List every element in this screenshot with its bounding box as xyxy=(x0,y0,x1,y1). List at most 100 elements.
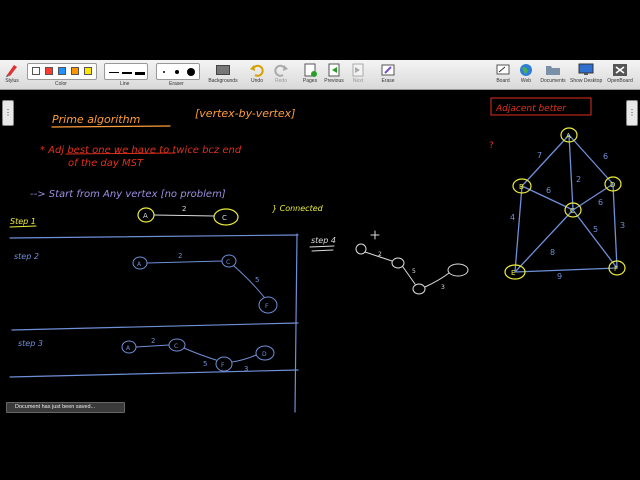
step3-weight-FD: 3 xyxy=(244,365,248,373)
line-thick[interactable] xyxy=(135,72,145,75)
color-palette xyxy=(27,63,97,80)
line-width-palette xyxy=(104,63,148,80)
color-swatch-orange[interactable] xyxy=(71,67,79,75)
undo-icon xyxy=(250,64,264,77)
step2-node-A-label: A xyxy=(137,261,142,268)
stylus-label: Stylus xyxy=(5,78,19,84)
undo-label: Undo xyxy=(251,78,263,84)
backgrounds-icon xyxy=(216,65,230,75)
toolbar: Stylus Color Line Eraser Backgrounds Und… xyxy=(0,60,640,90)
right-panel-handle[interactable]: ⋮ xyxy=(626,100,638,126)
eraser-small[interactable] xyxy=(163,71,165,73)
line-medium[interactable] xyxy=(122,72,132,74)
step3-label: step 3 xyxy=(18,339,43,348)
globe-icon xyxy=(520,64,532,76)
erase-button[interactable]: Erase xyxy=(378,62,398,88)
folder-icon xyxy=(546,66,560,75)
board-button[interactable]: Board xyxy=(493,62,513,88)
redo-button[interactable]: Redo xyxy=(272,62,290,88)
previous-page-button[interactable]: Previous xyxy=(323,62,345,88)
weight-AD: 6 xyxy=(603,152,608,161)
step1-edge-weight: 2 xyxy=(182,205,186,213)
separator-1 xyxy=(9,234,299,239)
next-label: Next xyxy=(352,78,364,84)
line-thin[interactable] xyxy=(109,72,119,73)
title-underline xyxy=(51,125,171,128)
pages-button[interactable]: Pages xyxy=(300,62,320,88)
step2-edges xyxy=(146,260,265,298)
step4-node-A xyxy=(355,243,367,255)
note-line-2: of the day MST xyxy=(68,158,144,169)
step1-underline xyxy=(9,225,37,228)
separator-3 xyxy=(9,369,299,378)
documents-button[interactable]: Documents xyxy=(539,62,567,88)
documents-label: Documents xyxy=(540,78,566,84)
step4-weight-FD: 3 xyxy=(441,284,445,291)
step2-weight-CF: 5 xyxy=(255,276,259,284)
whiteboard-canvas[interactable]: Prime algorithm [vertex-by-vertex] * Adj… xyxy=(0,91,640,420)
desktop-icon xyxy=(578,63,594,75)
board-label: Board xyxy=(496,78,510,84)
color-swatch-yellow[interactable] xyxy=(84,67,92,75)
redo-label: Redo xyxy=(275,78,287,84)
step1-node-C-label: C xyxy=(222,214,227,222)
stylus-icon xyxy=(6,65,17,77)
show-desktop-button[interactable]: Show Desktop xyxy=(570,62,602,88)
color-swatch-blue[interactable] xyxy=(58,67,66,75)
web-label: Web xyxy=(520,78,532,84)
whiteboard-drawing: Prime algorithm [vertex-by-vertex] * Adj… xyxy=(9,97,626,413)
graph-node-A-label: A xyxy=(566,132,571,140)
redo-icon xyxy=(274,64,288,77)
eraser-label: Eraser xyxy=(169,81,184,87)
next-page-icon xyxy=(352,63,364,77)
graph-node-F-label: F xyxy=(614,265,618,273)
weight-EF: 9 xyxy=(557,272,562,281)
graph-node-B-label: B xyxy=(519,183,524,191)
color-swatch-red[interactable] xyxy=(45,67,53,75)
note-line-3: --> Start from Any vertex [no problem] xyxy=(30,189,226,200)
openboard-menu-button[interactable]: OpenBoard xyxy=(606,62,634,88)
step4-weight-CF: 5 xyxy=(412,268,416,275)
erase-icon xyxy=(381,64,395,76)
next-page-button[interactable]: Next xyxy=(349,62,367,88)
stylus-tool[interactable]: Stylus xyxy=(2,62,22,88)
save-notification: Document has just been saved... xyxy=(6,402,125,413)
backgrounds-tool[interactable]: Backgrounds xyxy=(206,62,240,88)
weight-DF: 3 xyxy=(620,221,625,230)
eraser-palette xyxy=(156,63,200,80)
step3-weight-CF: 5 xyxy=(203,360,207,368)
left-panel-handle[interactable]: ⋮ xyxy=(2,100,14,126)
step4-label: step 4 xyxy=(311,236,336,245)
step2-node-C-label: C xyxy=(226,259,230,266)
connected-label: } Connected xyxy=(272,204,324,213)
step3-node-F-label: F xyxy=(221,362,225,369)
cursor-cross xyxy=(370,230,380,240)
step4-node-C xyxy=(391,257,405,269)
step3-weight-AC: 2 xyxy=(151,337,155,345)
eraser-large[interactable] xyxy=(187,68,195,76)
weight-AB: 7 xyxy=(537,151,542,160)
title-text: Prime algorithm xyxy=(52,113,140,126)
step4-underline xyxy=(309,245,335,252)
weight-BE: 4 xyxy=(510,213,515,222)
erase-label: Erase xyxy=(381,78,395,84)
adjacent-better-label: Adjacent better xyxy=(495,104,567,114)
step1-edge xyxy=(153,214,215,217)
undo-button[interactable]: Undo xyxy=(248,62,266,88)
weight-AC: 2 xyxy=(576,175,581,184)
weight-CF: 5 xyxy=(593,225,598,234)
board-icon xyxy=(496,64,510,75)
web-button[interactable]: Web xyxy=(517,62,535,88)
openboard-label: OpenBoard xyxy=(607,78,633,84)
color-swatch-white[interactable] xyxy=(32,67,40,75)
line-label: Line xyxy=(120,81,130,87)
step1-label: Step 1 xyxy=(10,217,36,226)
eraser-medium[interactable] xyxy=(175,70,179,74)
subtitle-text: [vertex-by-vertex] xyxy=(195,107,295,120)
step4-node-F xyxy=(412,283,426,295)
top-letterbox xyxy=(0,0,640,60)
step3-node-A-label: A xyxy=(126,345,131,352)
show-desktop-label: Show Desktop xyxy=(570,78,603,84)
step4-weight-AC: 2 xyxy=(378,251,382,258)
separator-2 xyxy=(11,322,299,331)
